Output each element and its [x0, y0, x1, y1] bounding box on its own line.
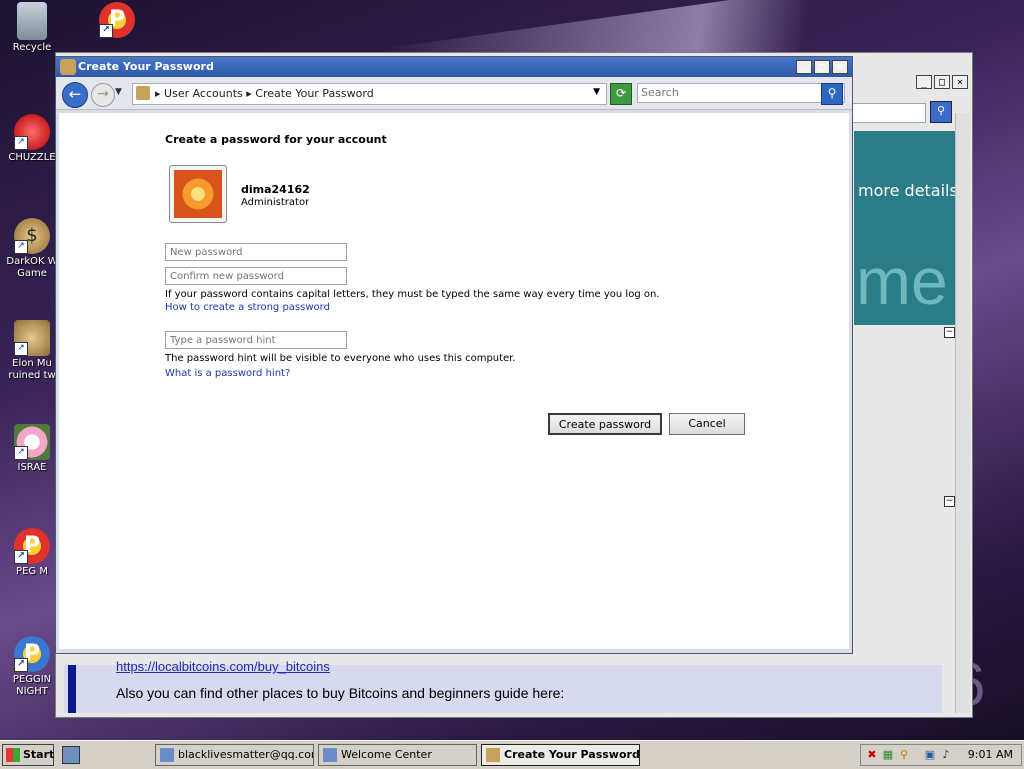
welcome-banner: more details me	[854, 131, 958, 325]
shortcut-arrow-icon: ↗	[14, 446, 28, 460]
shortcut-arrow-icon: ↗	[14, 240, 28, 254]
money-bag-icon: $ ↗	[14, 218, 50, 254]
banner-text: me	[856, 244, 948, 318]
taskbar-item-label: blacklivesmatter@qq.com	[178, 748, 314, 761]
caps-note: If your password contains capital letter…	[165, 289, 660, 300]
breadcrumb-create-password[interactable]: Create Your Password	[255, 87, 373, 100]
window-titlebar[interactable]: Create Your Password _ □ ×	[56, 57, 852, 77]
shortcut-arrow-icon: ↗	[14, 136, 28, 150]
desktop-icon-peggle[interactable]: P ↗	[82, 2, 152, 40]
user-role: Administrator	[241, 197, 310, 208]
taskbar-item-email[interactable]: blacklivesmatter@qq.com	[155, 744, 314, 766]
peggle-icon: P ↗	[99, 2, 135, 38]
window-icon	[323, 748, 337, 762]
password-hint-input[interactable]	[165, 331, 347, 349]
background-search-input[interactable]	[852, 103, 926, 123]
breadcrumb: ▸ User Accounts ▸ Create Your Password	[155, 87, 374, 100]
password-hint-link[interactable]: What is a password hint?	[165, 368, 290, 379]
window-controls: _ □ ×	[916, 75, 968, 89]
chevron-down-icon[interactable]: ▼	[115, 87, 122, 97]
close-icon[interactable]: ×	[952, 75, 968, 89]
user-accounts-icon	[486, 748, 500, 762]
taskbar-item-label: Create Your Password	[504, 748, 640, 761]
hint-note: The password hint will be visible to eve…	[165, 353, 516, 364]
clock[interactable]: 9:01 AM	[968, 748, 1013, 761]
strong-password-link[interactable]: How to create a strong password	[165, 302, 330, 313]
search-icon[interactable]: ⚲	[821, 83, 843, 105]
start-button[interactable]: Start	[2, 744, 54, 766]
navigation-bar: ← → ▼ ▸ User Accounts ▸ Create Your Pass…	[56, 77, 852, 110]
desktop-icon-recycle-bin[interactable]: Recycle	[0, 2, 67, 54]
collapse-icon[interactable]: −	[944, 327, 955, 338]
vertical-scrollbar[interactable]	[955, 113, 970, 713]
monitor-icon[interactable]: ▣	[923, 748, 937, 762]
refresh-icon[interactable]: ⟳	[610, 83, 632, 105]
address-bar[interactable]: ▸ User Accounts ▸ Create Your Password ▼	[132, 83, 607, 105]
flower-picture-icon	[174, 170, 222, 218]
window-title: Create Your Password	[78, 60, 214, 73]
more-details-link[interactable]: more details	[858, 181, 958, 200]
page-content-section: https://localbitcoins.com/buy_bitcoins A…	[64, 659, 942, 713]
breadcrumb-user-accounts[interactable]: User Accounts	[164, 87, 243, 100]
breadcrumb-separator-icon[interactable]: ▸	[246, 87, 255, 100]
maximize-icon[interactable]: □	[934, 75, 950, 89]
close-icon[interactable]: ×	[832, 60, 848, 74]
minimize-icon[interactable]: _	[796, 60, 812, 74]
chevron-down-icon[interactable]: ▼	[593, 87, 600, 97]
dialog-content: Create a password for your account dima2…	[59, 113, 849, 649]
blockquote-bar	[68, 665, 76, 713]
search-input[interactable]	[637, 83, 845, 103]
peggle-icon: P ↗	[14, 636, 50, 672]
user-accounts-icon	[60, 59, 76, 75]
page-title: Create a password for your account	[165, 133, 387, 146]
window-controls: _ □ ×	[796, 60, 848, 74]
recycle-bin-icon	[17, 2, 47, 40]
taskbar-item-label: Welcome Center	[341, 748, 432, 761]
flower-icon: ↗	[14, 424, 50, 460]
cancel-button[interactable]: Cancel	[669, 413, 745, 435]
user-name: dima24162	[241, 183, 310, 196]
system-tray: ✖ ▦ ⚲ ▣ ♪ 9:01 AM	[860, 744, 1022, 766]
chuzzle-icon: ↗	[14, 114, 50, 150]
minimize-icon[interactable]: _	[916, 75, 932, 89]
forward-arrow-icon[interactable]: →	[91, 83, 115, 107]
doge-icon: ↗	[14, 320, 50, 356]
show-desktop-icon[interactable]	[62, 746, 80, 764]
new-password-input[interactable]	[165, 243, 347, 261]
security-alert-icon[interactable]: ✖	[865, 748, 879, 762]
taskbar-item-create-password[interactable]: Create Your Password	[481, 744, 640, 766]
breadcrumb-separator-icon: ▸	[155, 87, 165, 100]
bitcoin-link[interactable]: https://localbitcoins.com/buy_bitcoins	[116, 659, 330, 674]
body-text: Also you can find other places to buy Bi…	[116, 685, 565, 701]
shortcut-arrow-icon: ↗	[14, 658, 28, 672]
explorer-icon	[160, 748, 174, 762]
confirm-password-input[interactable]	[165, 267, 347, 285]
search-icon[interactable]: ⚲	[897, 748, 911, 762]
back-arrow-icon[interactable]: ←	[62, 82, 88, 108]
avatar	[169, 165, 227, 223]
shortcut-arrow-icon: ↗	[99, 24, 113, 38]
control-panel-icon	[136, 86, 150, 100]
create-password-window[interactable]: Create Your Password _ □ × ← → ▼ ▸ User …	[55, 56, 853, 654]
start-label: Start	[23, 748, 55, 761]
taskbar: Start blacklivesmatter@qq.com Welcome Ce…	[0, 740, 1024, 769]
create-password-button[interactable]: Create password	[548, 413, 662, 435]
volume-icon[interactable]: ♪	[939, 748, 953, 762]
maximize-icon[interactable]: □	[814, 60, 830, 74]
windows-logo-icon	[6, 748, 20, 762]
taskbar-item-welcome-center[interactable]: Welcome Center	[318, 744, 477, 766]
shortcut-arrow-icon: ↗	[14, 550, 28, 564]
search-icon[interactable]: ⚲	[930, 101, 952, 123]
shortcut-arrow-icon: ↗	[14, 342, 28, 356]
peggle-icon: P ↗	[14, 528, 50, 564]
network-icon[interactable]: ▦	[881, 748, 895, 762]
collapse-icon[interactable]: −	[944, 496, 955, 507]
